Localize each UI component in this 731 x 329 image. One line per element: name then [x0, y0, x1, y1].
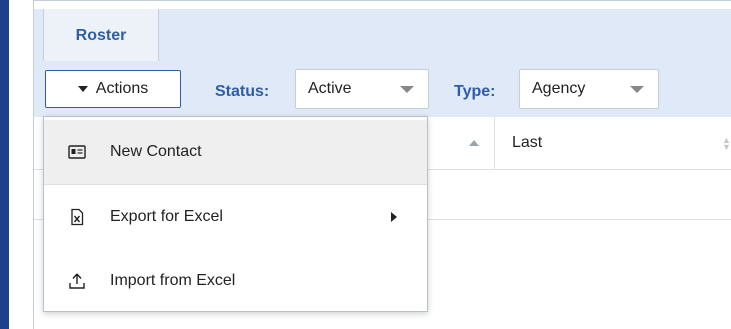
- excel-file-icon: [71, 208, 84, 226]
- type-select[interactable]: Agency: [519, 69, 659, 109]
- sort-ascending-icon[interactable]: [469, 140, 479, 146]
- menu-item-import-excel[interactable]: Import from Excel: [44, 249, 427, 313]
- menu-item-new-contact[interactable]: New Contact: [44, 120, 427, 184]
- column-divider[interactable]: [494, 117, 495, 169]
- caret-down-icon: [77, 86, 88, 92]
- toolbar: Actions Status: Active Type: Agency: [34, 61, 731, 118]
- sort-icon[interactable]: ▲ ▼: [722, 136, 731, 152]
- tab-bar: Roster: [34, 9, 731, 62]
- upload-icon: [69, 273, 85, 289]
- status-select-value: Active: [308, 80, 352, 97]
- actions-button-label: Actions: [95, 80, 149, 97]
- left-accent-bar: [0, 0, 9, 329]
- chevron-down-icon: [630, 86, 644, 93]
- status-label: Status:: [215, 83, 270, 100]
- column-header-last-label: Last: [512, 134, 543, 151]
- menu-item-label: New Contact: [110, 143, 202, 160]
- tab-roster-label: Roster: [75, 26, 127, 44]
- contact-card-icon: [68, 145, 86, 159]
- actions-menu: New Contact Export for Excel Import from…: [43, 116, 428, 312]
- panel-top-border: [34, 0, 731, 9]
- column-header-last[interactable]: Last: [512, 117, 542, 169]
- tab-roster[interactable]: Roster: [43, 9, 159, 62]
- menu-item-export-excel[interactable]: Export for Excel: [44, 185, 427, 249]
- type-label: Type:: [454, 83, 496, 100]
- type-select-value: Agency: [532, 80, 586, 97]
- chevron-right-icon: [391, 212, 397, 222]
- menu-item-label: Import from Excel: [110, 272, 236, 289]
- menu-item-label: Export for Excel: [110, 208, 223, 225]
- status-select[interactable]: Active: [295, 69, 429, 109]
- actions-button[interactable]: Actions: [45, 70, 181, 108]
- chevron-down-icon: [400, 86, 414, 93]
